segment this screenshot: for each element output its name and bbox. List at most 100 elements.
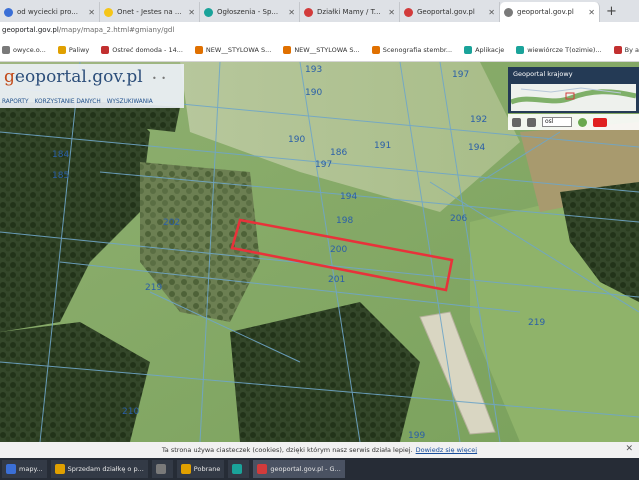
minimap-canvas <box>511 84 636 111</box>
taskbar-item[interactable] <box>228 460 250 478</box>
geoportal-header-panel: geoportal.gov.pl • • RAPORTY KORZYSTANIE… <box>0 64 184 108</box>
tab-favicon-icon <box>304 7 313 17</box>
bookmark-icon <box>2 45 10 54</box>
bookmark-icon <box>613 45 622 54</box>
url-text[interactable]: geoportal.gov.pl/mapy/mapa_2.html#gmiany… <box>2 26 174 34</box>
bookmark-icon <box>283 45 292 54</box>
bookmark-item[interactable]: Aplikacje <box>464 45 505 54</box>
bookmark-icon <box>57 45 66 54</box>
taskbar-app-icon <box>232 464 243 474</box>
parcel-number: 192 <box>470 115 487 125</box>
menu-item-korzystanie[interactable]: KORZYSTANIE DANYCH <box>35 99 101 105</box>
parcel-number: 185 <box>52 171 69 181</box>
bookmark-item[interactable]: NEW__STYLOWA S... <box>283 45 360 54</box>
url-domain: geoportal.gov.pl <box>2 26 59 34</box>
more-options-icon[interactable]: • • <box>152 74 167 83</box>
bookmarks-bar: owyce.o... Paliwy Ostreć domoda - 14... … <box>0 38 639 62</box>
tab-favicon-icon <box>4 7 13 17</box>
bookmark-item[interactable]: NEW__STYLOWA S... <box>194 45 272 54</box>
bookmark-label: Aplikacje <box>475 45 505 54</box>
bookmark-item[interactable]: Paliwy <box>57 45 89 54</box>
bookmark-item[interactable]: wiewiórcze T(ozimie)... <box>516 45 602 54</box>
tab-favicon-icon <box>204 7 213 17</box>
parcel-number: 210 <box>122 407 139 417</box>
scale-select[interactable]: osl <box>542 117 572 127</box>
taskbar-item[interactable]: Sprzedam działkę o p... <box>50 460 148 478</box>
browser-tab[interactable]: Ogłoszenia - Sp... ✕ <box>200 2 300 22</box>
measure-icon[interactable] <box>527 117 536 127</box>
menu-item-wyszukiwania[interactable]: WYSZUKIWANIA <box>107 99 153 105</box>
cookie-text: Ta strona używa ciasteczek (cookies), dz… <box>161 446 413 454</box>
bookmark-label: NEW__STYLOWA S... <box>205 45 272 54</box>
parcel-number: 202 <box>163 218 180 228</box>
taskbar-item[interactable]: mapy... <box>2 460 47 478</box>
print-icon[interactable] <box>512 117 521 127</box>
tab-close-icon[interactable]: ✕ <box>588 8 595 17</box>
parcel-number-selected[interactable]: 200 <box>330 245 347 255</box>
screen: od wyciecki pro... ✕ Onet - Jestes na ..… <box>0 0 639 480</box>
browser-tab[interactable]: Onet - Jestes na ... ✕ <box>100 2 200 22</box>
browser-tab[interactable]: Działki Mamy / Tor... ✕ <box>300 2 400 22</box>
parcel-number: 186 <box>330 148 347 158</box>
os-taskbar: mapy... Sprzedam działkę o p... Pobrane … <box>0 458 639 480</box>
new-tab-button[interactable]: + <box>600 2 623 22</box>
youtube-icon[interactable] <box>593 117 607 127</box>
overview-title: Geoportal krajowy <box>513 70 573 78</box>
browser-tab-active[interactable]: geoportal.gov.pl ✕ <box>500 2 600 22</box>
tab-favicon-icon <box>104 7 113 17</box>
bookmark-item[interactable]: Scenografia stembr... <box>371 45 452 54</box>
folder-icon <box>180 464 191 474</box>
browser-tab[interactable]: Geoportal.gov.pl ✕ <box>400 2 500 22</box>
overview-map-panel: Geoportal krajowy <box>508 67 639 113</box>
tab-close-icon[interactable]: ✕ <box>188 8 195 17</box>
location-icon[interactable] <box>578 117 587 127</box>
bookmark-label: NEW__STYLOWA S... <box>294 45 360 54</box>
menu-item-raporty[interactable]: RAPORTY <box>2 99 29 105</box>
browser-tab[interactable]: od wyciecki pro... ✕ <box>0 2 100 22</box>
bookmark-item[interactable]: Ostreć domoda - 14... <box>101 45 183 54</box>
bookmark-icon <box>516 45 525 54</box>
bookmark-item[interactable]: By a... <box>613 45 639 54</box>
tab-close-icon[interactable]: ✕ <box>388 8 395 17</box>
address-bar[interactable]: geoportal.gov.pl/mapy/mapa_2.html#gmiany… <box>0 22 639 38</box>
taskbar-item-active[interactable]: geoportal.gov.pl - G... <box>253 460 345 478</box>
tab-close-icon[interactable]: ✕ <box>288 8 295 17</box>
bookmark-label: Ostreć domoda - 14... <box>112 45 183 54</box>
tab-title: Ogłoszenia - Sp... <box>217 8 279 16</box>
bookmark-icon <box>194 45 203 54</box>
taskbar-item[interactable]: Pobrane <box>176 460 225 478</box>
parcel-number: 194 <box>468 143 485 153</box>
tab-title: Działki Mamy / Tor... <box>317 8 385 16</box>
close-icon[interactable]: ✕ <box>625 444 633 454</box>
parcel-number: 184 <box>52 150 69 160</box>
taskbar-app-icon <box>155 464 166 474</box>
tab-title: od wyciecki pro... <box>17 8 78 16</box>
parcel-number: 193 <box>305 65 322 75</box>
parcel-number: 201 <box>328 275 345 285</box>
cookie-more-link[interactable]: Dowiedz się więcej <box>416 446 477 454</box>
parcel-number: 197 <box>315 160 332 170</box>
bookmark-label: owyce.o... <box>13 45 46 54</box>
parcel-number: 219 <box>528 318 545 328</box>
parcel-number: 190 <box>288 135 305 145</box>
bookmark-label: By a... <box>624 45 639 54</box>
map-tools-bar: osl <box>508 114 639 130</box>
geoportal-menu: RAPORTY KORZYSTANIE DANYCH WYSZUKIWANIA <box>0 95 184 108</box>
parcel-number: 191 <box>374 141 391 151</box>
bookmark-label: wiewiórcze T(ozimie)... <box>527 45 602 54</box>
parcel-number: 206 <box>450 214 467 224</box>
taskbar-app-icon <box>6 464 16 474</box>
tab-favicon-icon <box>504 7 513 17</box>
bookmark-icon <box>464 45 473 54</box>
tab-close-icon[interactable]: ✕ <box>88 8 95 17</box>
browser-tab-strip: od wyciecki pro... ✕ Onet - Jestes na ..… <box>0 0 639 22</box>
url-path: /mapy/mapa_2.html#gmiany/gdl <box>58 26 175 34</box>
bookmark-item[interactable]: owyce.o... <box>2 45 46 54</box>
tab-title: Geoportal.gov.pl <box>417 8 475 16</box>
geoportal-logo[interactable]: geoportal.gov.pl <box>4 67 143 87</box>
overview-minimap[interactable] <box>511 84 636 111</box>
taskbar-item[interactable] <box>151 460 173 478</box>
tab-close-icon[interactable]: ✕ <box>488 8 495 17</box>
browser-icon <box>257 464 268 474</box>
cookie-notice: Ta strona używa ciasteczek (cookies), dz… <box>0 442 639 458</box>
